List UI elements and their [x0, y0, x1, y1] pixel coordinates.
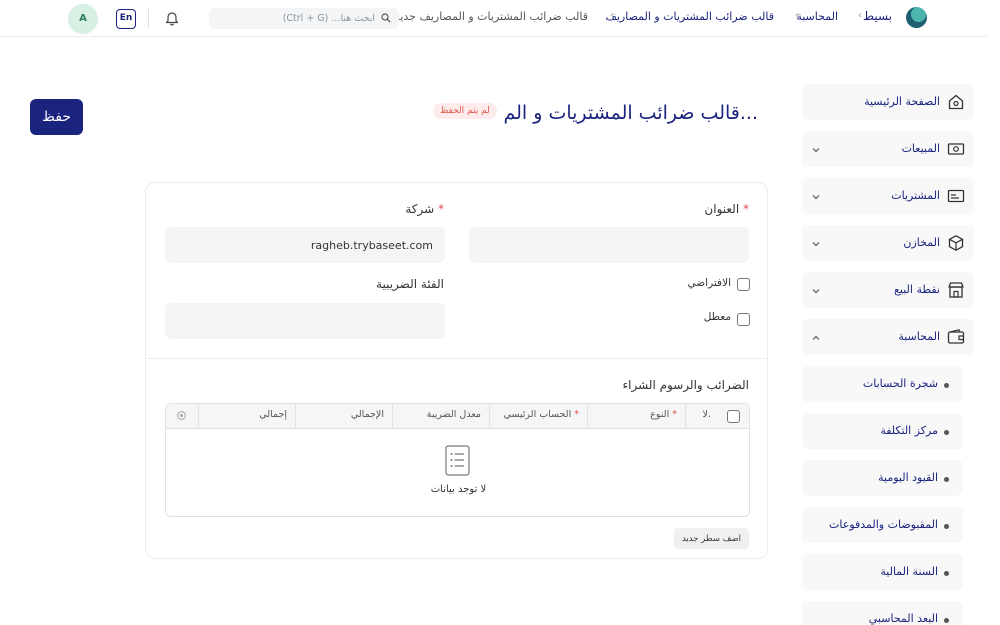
- sidebar-item-label: نقطة البيع: [894, 283, 940, 296]
- title-input[interactable]: [469, 227, 749, 263]
- sidebar-subitem-label: شجرة الحسابات: [862, 377, 938, 390]
- search-input[interactable]: [235, 8, 375, 29]
- column-header-amount: الإجمالي: [295, 404, 392, 429]
- default-checkbox[interactable]: [737, 278, 750, 291]
- sidebar-item-home[interactable]: الصفحة الرئيسية: [802, 84, 974, 120]
- bullet-dot-icon: [944, 618, 949, 623]
- chevron-down-icon: [812, 195, 820, 200]
- title-field-label: العنوان *: [704, 202, 749, 216]
- sidebar-subitem-label: السنة المالية: [880, 565, 938, 578]
- breadcrumb-separator: ‹: [610, 10, 614, 21]
- chevron-down-icon: [812, 289, 820, 294]
- navbar-divider: [148, 9, 149, 28]
- column-header-no: لا.: [685, 404, 719, 429]
- disabled-checkbox[interactable]: [737, 313, 750, 326]
- column-header-total: إجمالي: [198, 404, 295, 429]
- search-icon: [381, 13, 391, 23]
- select-all-checkbox[interactable]: [727, 410, 740, 423]
- empty-state-text: لا توجد بيانات: [430, 484, 487, 495]
- breadcrumb-template-list[interactable]: قالب ضرائب المشتريات و المصاريف: [605, 10, 774, 23]
- taxes-section-title: الضرائب والرسوم الشراء: [622, 378, 750, 392]
- chevron-down-icon: [812, 148, 820, 153]
- sidebar-item-point-of-sale[interactable]: نقطة البيع: [802, 272, 974, 308]
- breadcrumb-current: قالب ضرائب المشتريات و المصاريف جديد: [394, 10, 588, 23]
- sidebar-subitem-fiscal-year[interactable]: السنة المالية: [802, 554, 963, 590]
- bullet-dot-icon: [944, 383, 949, 388]
- sidebar-subitem-cost-center[interactable]: مركز التكلفة: [802, 413, 963, 449]
- company-field-label: شركة *: [405, 202, 444, 216]
- sidebar-subitem-label: البعد المحاسبي: [868, 612, 938, 625]
- sidebar-item-label: المبيعات: [901, 142, 940, 155]
- status-badge: لم يتم الحفظ: [433, 103, 497, 119]
- user-avatar[interactable]: A: [68, 4, 98, 34]
- title-label-text: العنوان: [704, 202, 740, 216]
- column-header-type-text: النوع: [650, 409, 670, 420]
- sidebar-subitem-chart-of-accounts[interactable]: شجرة الحسابات: [802, 366, 963, 402]
- required-marker: *: [743, 202, 749, 216]
- section-divider: [146, 358, 767, 359]
- sidebar-subitem-accounting-dimension[interactable]: البعد المحاسبي: [802, 601, 963, 625]
- tax-category-input[interactable]: [165, 303, 445, 339]
- sidebar-subitem-journal-entries[interactable]: القيود اليومية: [802, 460, 963, 496]
- default-checkbox-label: الافتراضي: [687, 277, 731, 289]
- empty-list-icon: [445, 445, 470, 476]
- language-toggle-button[interactable]: En: [116, 9, 136, 29]
- save-button[interactable]: حفظ: [30, 99, 83, 135]
- box-icon: [948, 235, 964, 251]
- settings-gear-icon[interactable]: [176, 410, 187, 421]
- card-icon: [947, 189, 965, 203]
- form-card: العنوان * شركة * الافتراضي معطل الفئة ال…: [145, 182, 768, 559]
- sidebar-subitem-label: مركز التكلفة: [880, 424, 938, 437]
- wallet-icon: [947, 329, 965, 344]
- company-input[interactable]: [165, 227, 445, 263]
- taxes-table: لا. النوع * الحساب الرئيسي * معدل الضريب…: [165, 403, 750, 517]
- column-header-tax-rate: معدل الضريبة: [392, 404, 489, 429]
- top-navbar: بسيط ‹ المحاسبة ‹ قالب ضرائب المشتريات و…: [0, 0, 988, 37]
- store-icon: [948, 282, 964, 298]
- notifications-bell-icon[interactable]: [165, 10, 179, 26]
- required-marker: *: [574, 409, 579, 420]
- sidebar-item-label: المحاسبة: [898, 330, 940, 343]
- search-bar[interactable]: [209, 8, 399, 29]
- sidebar-subitem-label: المقبوضات والمدفوعات: [829, 518, 938, 531]
- bullet-dot-icon: [944, 524, 949, 529]
- sidebar-item-purchases[interactable]: المشتريات: [802, 178, 974, 214]
- sidebar-subitem-label: القيود اليومية: [878, 471, 938, 484]
- sidebar-subitem-receipts-payments[interactable]: المقبوضات والمدفوعات: [802, 507, 963, 543]
- disabled-checkbox-label: معطل: [703, 311, 731, 323]
- add-row-button[interactable]: اضف سطر جديد: [674, 528, 749, 549]
- page-title: قالب ضرائب المشتريات و الم...: [503, 102, 758, 124]
- required-marker: *: [438, 202, 444, 216]
- chevron-down-icon: [812, 242, 820, 247]
- sidebar-item-sales[interactable]: المبيعات: [802, 131, 974, 167]
- brand-name[interactable]: بسيط: [863, 9, 892, 23]
- bullet-dot-icon: [944, 477, 949, 482]
- column-header-account: الحساب الرئيسي *: [489, 404, 587, 429]
- sidebar-item-inventory[interactable]: المخازن: [802, 225, 974, 261]
- bullet-dot-icon: [944, 430, 949, 435]
- brand-logo-icon[interactable]: [906, 7, 927, 28]
- sidebar-item-label: الصفحة الرئيسية: [864, 95, 940, 108]
- breadcrumb-separator: ‹: [795, 10, 799, 21]
- sidebar-item-label: المشتريات: [891, 189, 940, 202]
- cash-icon: [947, 143, 965, 155]
- home-icon: [948, 94, 964, 110]
- bullet-dot-icon: [944, 571, 949, 576]
- breadcrumb-accounting[interactable]: المحاسبة: [796, 10, 838, 23]
- chevron-up-icon: [812, 335, 820, 340]
- sidebar-item-accounting[interactable]: المحاسبة: [802, 319, 974, 355]
- company-label-text: شركة: [405, 202, 435, 216]
- required-marker: *: [672, 409, 677, 420]
- taxes-table-header: لا. النوع * الحساب الرئيسي * معدل الضريب…: [166, 404, 749, 429]
- column-header-type: النوع *: [587, 404, 685, 429]
- tax-category-label: الفئة الضريبية: [376, 277, 444, 291]
- breadcrumb-separator: ‹: [858, 10, 862, 21]
- column-header-account-text: الحساب الرئيسي: [503, 409, 572, 420]
- sidebar-item-label: المخازن: [903, 236, 940, 249]
